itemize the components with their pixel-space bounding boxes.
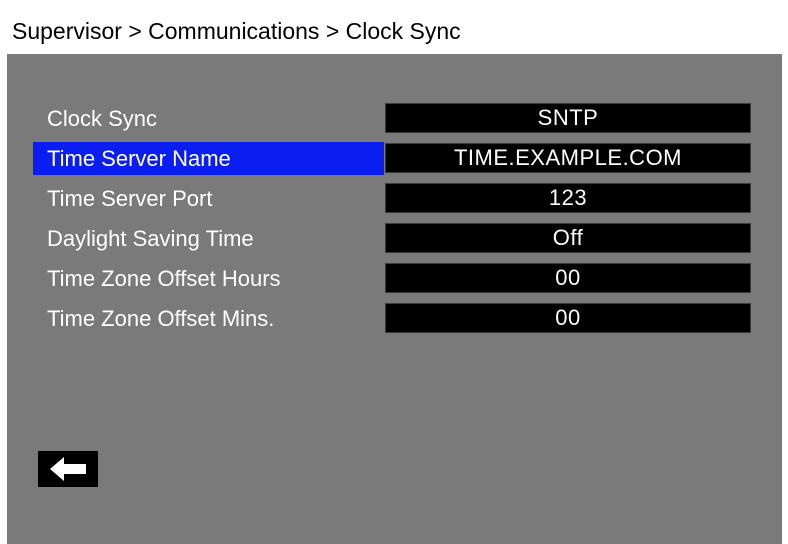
setting-row-daylight-saving-time[interactable]: Daylight Saving Time Off [33,222,753,255]
setting-label: Clock Sync [47,106,158,131]
setting-value-field[interactable]: 00 [385,303,751,333]
setting-row-clock-sync[interactable]: Clock Sync SNTP [33,102,753,135]
setting-value-field[interactable]: 123 [385,183,751,213]
header-bar: Supervisor > Communications > Clock Sync [0,0,788,54]
arrow-left-icon [50,457,86,481]
back-button[interactable] [38,451,98,487]
setting-value-field[interactable]: SNTP [385,103,751,133]
setting-value-field[interactable]: Off [385,223,751,253]
setting-row-time-server-name[interactable]: Time Server Name TIME.EXAMPLE.COM [33,142,753,175]
setting-value-field[interactable]: TIME.EXAMPLE.COM [385,143,751,173]
setting-label: Daylight Saving Time [47,226,254,251]
setting-row-time-server-port[interactable]: Time Server Port 123 [33,182,753,215]
setting-row-time-zone-offset-hours[interactable]: Time Zone Offset Hours 00 [33,262,753,295]
setting-row-time-zone-offset-mins[interactable]: Time Zone Offset Mins. 00 [33,302,753,335]
setting-label: Time Zone Offset Hours [47,266,281,291]
settings-panel: Clock Sync SNTP Time Server Name TIME.EX… [7,54,782,544]
breadcrumb: Supervisor > Communications > Clock Sync [12,18,461,44]
setting-label-selected: Time Server Name [33,142,384,175]
setting-value-field[interactable]: 00 [385,263,751,293]
setting-label: Time Server Port [47,186,213,211]
setting-label: Time Zone Offset Mins. [47,306,275,331]
